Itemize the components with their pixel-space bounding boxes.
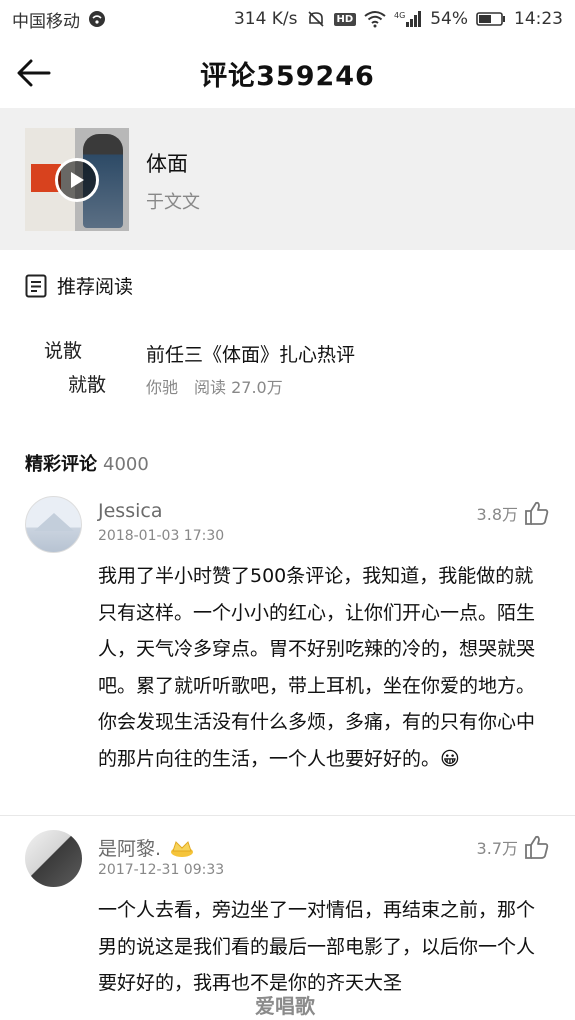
status-right: 314 K/s HD 4G 54% 14:23: [234, 9, 563, 29]
battery-percent: 54%: [430, 9, 468, 29]
comments-label: 精彩评论: [25, 454, 97, 475]
song-artist[interactable]: 于文文: [146, 188, 200, 214]
signal-label: 4G: [394, 11, 405, 20]
like-button[interactable]: 3.7万: [477, 834, 550, 860]
article-meta: 你驰 阅读 27.0万: [146, 374, 283, 398]
comment-date: 2018-01-03 17:30: [98, 528, 225, 544]
like-count: 3.7万: [476, 839, 518, 858]
back-button[interactable]: [14, 56, 54, 90]
article-reads: 阅读 27.0万: [194, 378, 283, 397]
wifi-assist-icon: [88, 10, 106, 28]
clock: 14:23: [514, 9, 563, 29]
avatar[interactable]: [25, 830, 82, 887]
article-title[interactable]: 前任三《体面》扎心热评: [146, 340, 355, 367]
thumbs-up-icon: [525, 501, 549, 525]
arrow-left-icon: [17, 59, 51, 87]
like-button[interactable]: 3.8万: [477, 500, 550, 526]
net-speed: 314 K/s: [233, 9, 298, 29]
vip-crown-icon: [171, 840, 194, 857]
wifi-icon: [364, 10, 386, 28]
comment-text: 一个人去看，旁边坐了一对情侣，再结束之前，那个男的说这是我们看的最后一部电影了，…: [98, 899, 536, 994]
comment-date: 2017-12-31 09:33: [98, 862, 225, 878]
mute-icon: [306, 9, 326, 29]
cell-signal-icon: 4G: [394, 10, 422, 28]
song-card[interactable]: 体面 于文文: [0, 108, 575, 250]
comment-author[interactable]: Jessica: [98, 500, 162, 522]
hd-badge: HD: [333, 12, 357, 26]
article-thumb-text-1: 说散: [44, 340, 83, 362]
battery-icon: [476, 11, 506, 27]
avatar-mountain: [34, 513, 74, 531]
comment-item: Jessica 2018-01-03 17:30 3.8万 我用了半小时赞了50…: [0, 496, 575, 816]
song-title[interactable]: 体面: [146, 148, 188, 178]
carrier-name: 中国移动: [12, 11, 80, 32]
like-count: 3.8万: [476, 505, 518, 524]
article-author: 你驰: [146, 378, 179, 397]
comment-author-name[interactable]: 是阿黎.: [98, 834, 161, 861]
thumbs-up-icon: [525, 835, 549, 859]
comments-count: 4000: [103, 454, 149, 475]
recommend-header: 推荐阅读: [25, 272, 133, 299]
comment-author-name[interactable]: Jessica: [98, 500, 162, 522]
play-icon[interactable]: [55, 158, 99, 202]
status-left: 中国移动: [12, 7, 106, 32]
page-title: 评论359246: [200, 60, 375, 92]
article-thumb-text-2: 就散: [68, 374, 107, 396]
watermark: 爱唱歌: [255, 994, 315, 1018]
comment-author[interactable]: 是阿黎.: [98, 834, 195, 861]
avatar[interactable]: [25, 496, 82, 553]
app-header: 评论359246: [0, 38, 575, 108]
status-bar: 中国移动 314 K/s HD 4G 54% 14:23: [0, 0, 575, 38]
document-icon: [25, 274, 47, 297]
song-cover[interactable]: [25, 128, 129, 231]
comment-text: 我用了半小时赞了500条评论，我知道，我能做的就只有这样。一个小小的红心，让你们…: [98, 565, 536, 770]
recommend-title: 推荐阅读: [57, 276, 134, 298]
comments-header: 精彩评论 4000: [25, 450, 149, 476]
recommend-item[interactable]: 说散 就散 前任三《体面》扎心热评 你驰 阅读 27.0万: [0, 318, 575, 418]
